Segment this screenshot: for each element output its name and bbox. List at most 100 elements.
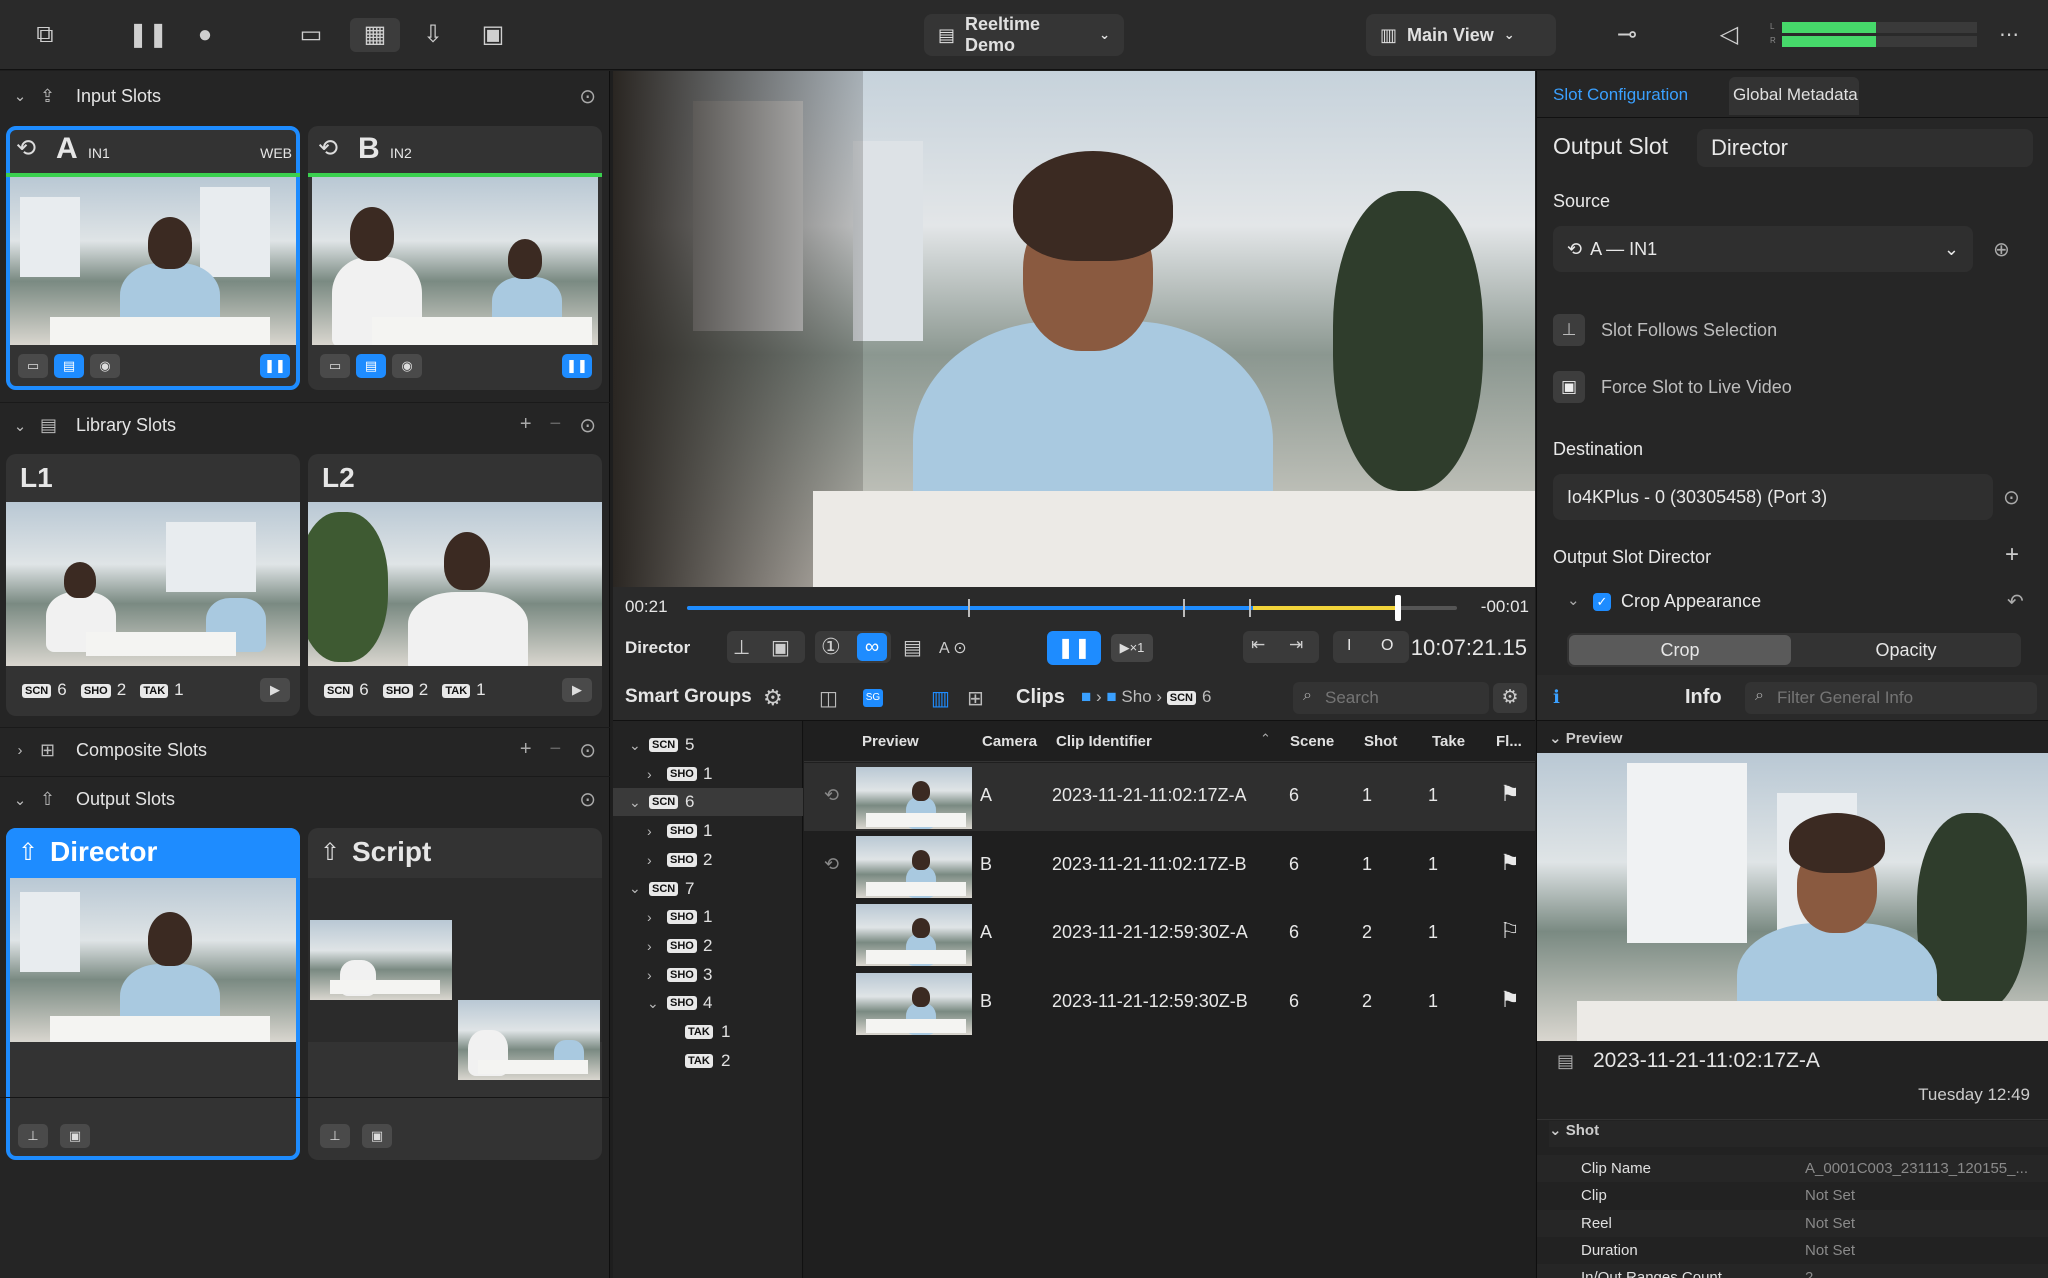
tree-item[interactable]: TAK 2	[613, 1047, 803, 1075]
chevron-right-icon[interactable]: ›	[647, 938, 652, 954]
play-button[interactable]: ▶	[562, 678, 592, 702]
tree-item[interactable]: ⌄ SCN 6	[613, 788, 803, 817]
col-take[interactable]: Take	[1432, 733, 1465, 750]
eye-toggle[interactable]: ◉	[90, 354, 120, 378]
chevron-down-icon[interactable]: ⌄	[629, 880, 641, 897]
pin-icon[interactable]: ⊥	[1553, 314, 1585, 346]
tab-slot-configuration[interactable]: Slot Configuration	[1553, 85, 1688, 105]
monitor-icon[interactable]: ▣	[476, 18, 510, 52]
chevron-right-icon[interactable]: ›	[647, 967, 652, 983]
table-row[interactable]: ⟲ B 2023-11-21-11:02:17Z-B 6 1 1 ⚑	[804, 832, 1535, 900]
output-slot-card-director[interactable]: ⇧ Director ⊥ ▣	[6, 828, 300, 1160]
crop-segment[interactable]: Crop	[1569, 635, 1791, 665]
film-icon[interactable]: ▤	[903, 635, 922, 660]
tree-item[interactable]: › SHO 2	[613, 846, 803, 874]
loop-icon[interactable]: ∞	[857, 633, 887, 661]
gear-icon[interactable]: ⚙	[1493, 683, 1527, 713]
opacity-segment[interactable]: Opacity	[1795, 635, 2017, 665]
search-input[interactable]	[1325, 686, 1475, 710]
tree-item[interactable]: ⌄ SCN 7	[613, 875, 803, 903]
smart-group-icon[interactable]: SG	[863, 689, 883, 707]
more-icon[interactable]: ⊙	[579, 413, 596, 438]
remove-icon[interactable]: −	[550, 738, 562, 763]
list-view-icon[interactable]: ▥	[931, 686, 950, 711]
tree-item[interactable]: TAK 1	[613, 1018, 803, 1046]
breadcrumb[interactable]: ■ › ■ Sho › SCN 6	[1081, 687, 1211, 707]
go-arrow-icon[interactable]: ⊕	[1993, 237, 2010, 262]
play-button[interactable]: ▶	[260, 678, 290, 702]
film-toggle[interactable]: ▤	[54, 354, 84, 378]
filter-field[interactable]: ⌕	[1745, 682, 2037, 714]
flag-icon[interactable]: ⚑	[1500, 850, 1520, 876]
info-icon[interactable]: ℹ	[1553, 687, 1560, 708]
input-slots-header[interactable]: ⌄ ⇪ Input Slots ⊙	[0, 73, 610, 119]
more-icon[interactable]: ⋯	[1992, 18, 2026, 52]
chevron-right-icon[interactable]: ›	[647, 909, 652, 925]
col-camera[interactable]: Camera	[982, 733, 1037, 750]
composite-slots-header[interactable]: › ⊞ Composite Slots + − ⊙	[0, 727, 610, 773]
source-select[interactable]: ⟲ A — IN1 ⌄	[1553, 226, 1973, 272]
pin-toggle[interactable]: ⊥	[18, 1124, 48, 1148]
speaker-icon[interactable]: ◁	[1712, 18, 1746, 52]
go-to-start-icon[interactable]: ⇤	[1251, 635, 1265, 655]
flag-icon[interactable]: ⚑	[1500, 987, 1520, 1013]
live-video-icon[interactable]: ▣	[1553, 371, 1585, 403]
search-field[interactable]: ⌕	[1293, 682, 1489, 714]
mark-out-button[interactable]: O	[1381, 637, 1393, 655]
pin-icon[interactable]: ⊥	[733, 635, 750, 660]
eye-toggle[interactable]: ◉	[392, 354, 422, 378]
shot-section-header[interactable]: ⌄ Shot	[1549, 1121, 2048, 1147]
pin-toggle[interactable]: ⊥	[320, 1124, 350, 1148]
slots-icon[interactable]: ⧉	[28, 18, 62, 52]
output-slot-name-input[interactable]: Director	[1697, 129, 2033, 167]
crop-checkbox[interactable]: ✓	[1593, 593, 1611, 611]
camera-toggle[interactable]: ▭	[320, 354, 350, 378]
library-slot-card-l1[interactable]: L1 SCN 6 SHO 2 TAK 1 ▶	[6, 454, 300, 716]
tree-item[interactable]: › SHO 1	[613, 817, 803, 845]
once-icon[interactable]: ①	[821, 634, 841, 660]
remove-icon[interactable]: −	[550, 413, 562, 438]
go-to-end-icon[interactable]: ⇥	[1289, 635, 1303, 655]
live-toggle[interactable]: ▣	[60, 1124, 90, 1148]
flag-icon[interactable]: ⚑	[1500, 781, 1520, 807]
col-flag[interactable]: Fl...	[1496, 733, 1522, 750]
camera-icon[interactable]: ▭	[294, 18, 328, 52]
preview-section-header[interactable]: ⌄ Preview	[1549, 729, 1622, 747]
chevron-down-icon[interactable]: ⌄	[0, 791, 40, 809]
col-scene[interactable]: Scene	[1290, 733, 1334, 750]
more-icon[interactable]: ⊙	[579, 738, 596, 763]
monitor-icon[interactable]: ▣	[771, 635, 790, 660]
main-viewer[interactable]	[613, 71, 1535, 587]
chevron-down-icon[interactable]: ⌄	[0, 417, 40, 435]
filter-input[interactable]	[1777, 686, 2027, 710]
speed-button[interactable]: ▶×1	[1111, 634, 1153, 662]
library-slots-header[interactable]: ⌄ ▤ Library Slots + − ⊙	[0, 402, 610, 448]
col-shot[interactable]: Shot	[1364, 733, 1397, 750]
gear-icon[interactable]: ⚙	[763, 685, 783, 711]
tree-item[interactable]: › SHO 1	[613, 760, 803, 788]
source-a-label[interactable]: A ⊙	[939, 638, 967, 658]
pause-icon[interactable]: ❚❚	[128, 18, 168, 52]
grid-view-icon[interactable]: ⊞	[967, 686, 984, 711]
more-icon[interactable]: ⊙	[579, 787, 596, 812]
col-preview[interactable]: Preview	[862, 733, 919, 750]
input-slot-card-b[interactable]: ⟲ B IN2 ▭ ▤ ◉ ❚❚	[308, 126, 602, 390]
pause-button[interactable]: ❚❚	[562, 354, 592, 378]
project-selector[interactable]: ▤ Reeltime Demo ⌄	[924, 14, 1124, 56]
chevron-right-icon[interactable]: ›	[647, 766, 652, 782]
table-row[interactable]: B 2023-11-21-12:59:30Z-B 6 2 1 ⚑	[804, 969, 1535, 1037]
more-icon[interactable]: ⊙	[2003, 485, 2020, 510]
chevron-down-icon[interactable]: ⌄	[647, 995, 659, 1012]
input-slot-card-a[interactable]: ⟲ A IN1 WEB ▭ ▤ ◉ ❚❚	[6, 126, 300, 390]
chevron-down-icon[interactable]: ⌄	[1567, 591, 1580, 609]
tree-item[interactable]: › SHO 2	[613, 932, 803, 960]
tree-item[interactable]: › SHO 3	[613, 961, 803, 989]
add-icon[interactable]: +	[520, 738, 532, 763]
library-slot-card-l2[interactable]: L2 SCN 6 SHO 2 TAK 1 ▶	[308, 454, 602, 716]
view-selector[interactable]: ▥ Main View ⌄	[1366, 14, 1556, 56]
flag-icon[interactable]: ⚐	[1500, 918, 1520, 944]
output-slots-header[interactable]: ⌄ ⇧ Output Slots ⊙	[0, 776, 610, 822]
record-icon[interactable]: ●	[188, 18, 222, 52]
sidebar-icon[interactable]: ◫	[819, 686, 838, 711]
playhead[interactable]	[1395, 595, 1401, 621]
